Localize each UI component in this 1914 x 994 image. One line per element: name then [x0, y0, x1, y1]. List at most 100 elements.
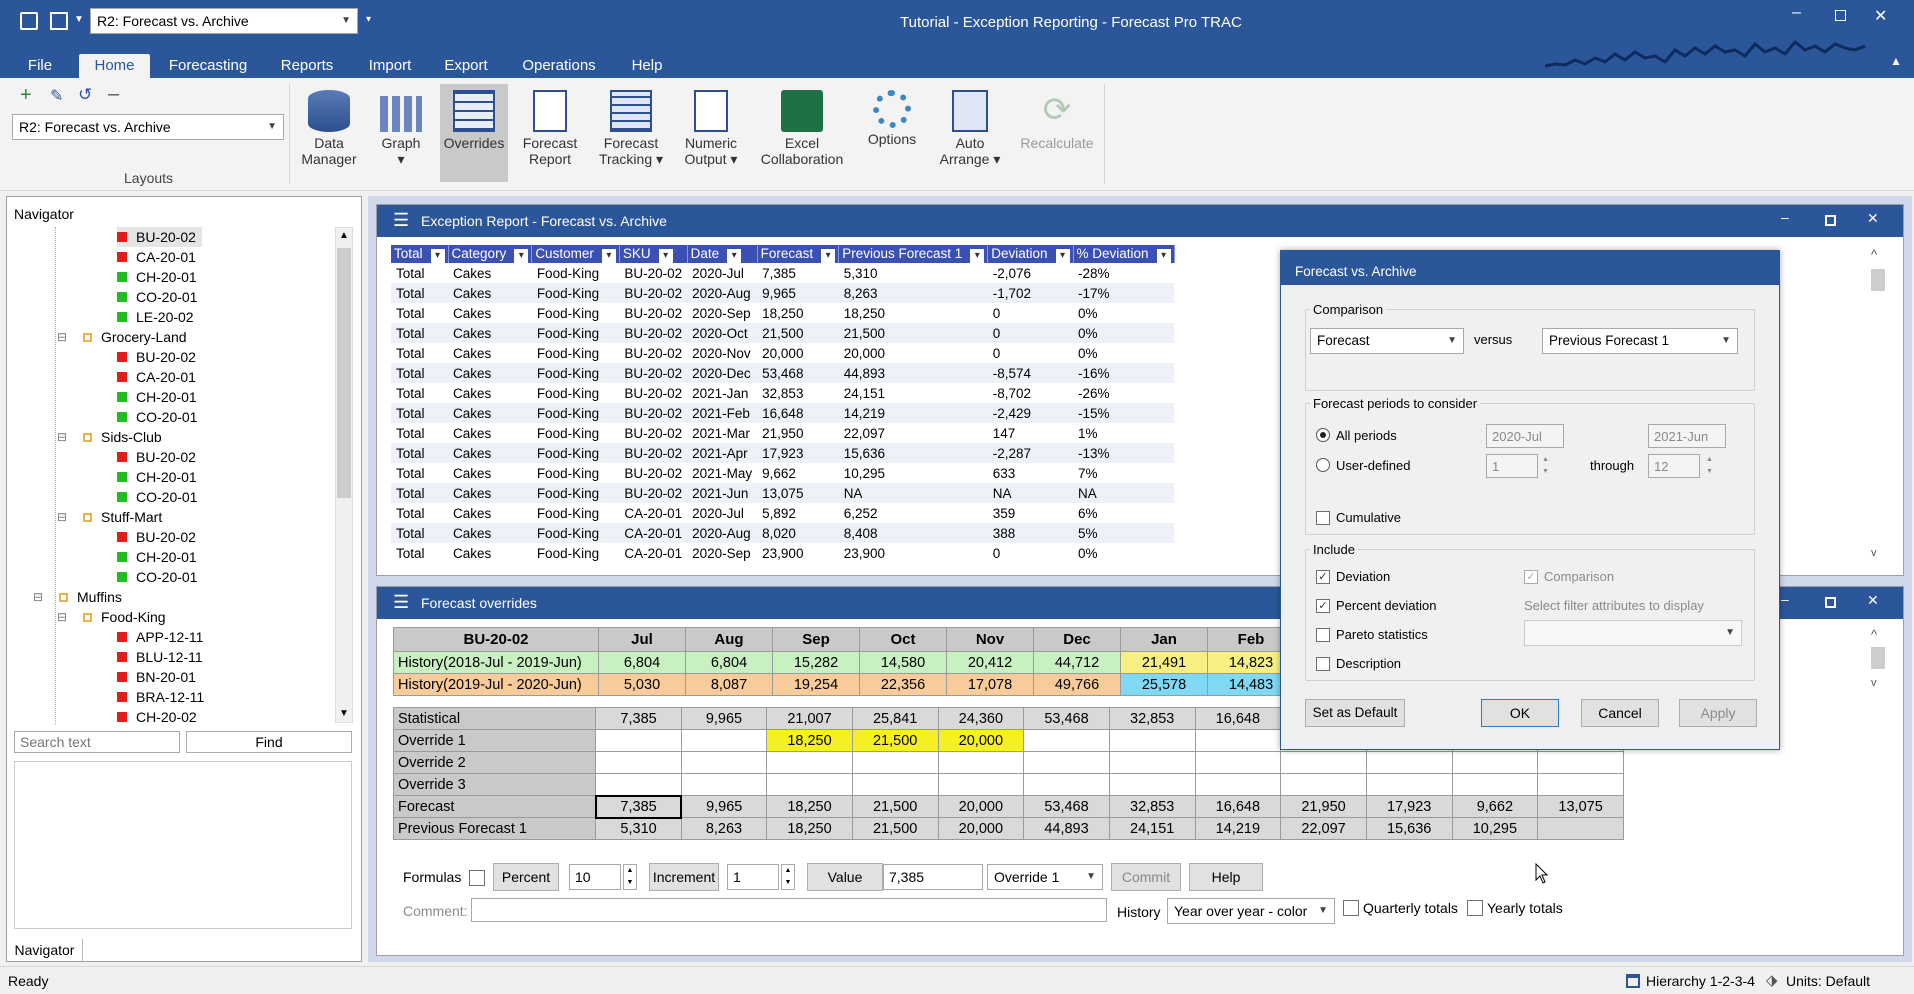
override-cell[interactable] [1537, 773, 1624, 796]
comment-input[interactable] [471, 898, 1107, 922]
table-row[interactable]: Total Cakes Food-King CA-20-01 2020-Jul 5,892… [391, 503, 1174, 523]
apply-button[interactable]: Apply [1679, 699, 1757, 727]
maximize-icon[interactable] [1835, 10, 1846, 21]
from-period-stepper[interactable]: ▲ ▼ [1542, 454, 1549, 478]
tab-import[interactable]: Import [360, 54, 420, 78]
layout-select[interactable]: R2: Forecast vs. Archive ▼ [12, 114, 284, 140]
table-row[interactable]: Total Cakes Food-King BU-20-02 2020-Jul 7,385… [391, 263, 1174, 283]
override-cell[interactable]: 18,250 [766, 729, 853, 752]
tab-file[interactable]: File [20, 54, 60, 78]
column-header[interactable]: Customer ▾ [531, 245, 620, 263]
scroll-thumb[interactable] [1871, 647, 1885, 669]
navigator-tree-item[interactable]: ⊟ Food-King [57, 607, 166, 627]
scroll-up-icon[interactable]: ^ [1871, 627, 1877, 642]
hamburger-menu-icon[interactable]: ☰ [393, 210, 409, 231]
close-icon[interactable]: ✕ [1867, 210, 1879, 227]
navigator-tree-item[interactable]: BU-20-02 [117, 227, 202, 247]
column-header[interactable]: Previous Forecast 1 ▾ [838, 245, 989, 263]
navigator-tree-item[interactable]: CO-20-01 [117, 287, 197, 307]
override-cell[interactable] [937, 773, 1025, 796]
override-cell[interactable] [1624, 752, 1633, 774]
comparison-right-select[interactable]: Previous Forecast 1 ▼ [1542, 328, 1738, 354]
navigator-scrollbar[interactable]: ▲ ▼ [335, 227, 353, 723]
ok-button[interactable]: OK [1481, 699, 1559, 727]
filter-attributes-select[interactable]: ▼ [1524, 620, 1742, 646]
table-row[interactable]: Total Cakes Food-King CA-20-01 2020-Sep 23,90… [391, 543, 1174, 563]
override-cell[interactable] [680, 773, 768, 796]
override-select[interactable]: Override 1 ▼ [987, 864, 1103, 890]
expand-toggle-icon[interactable]: ⊟ [57, 607, 67, 627]
navigator-tree-item[interactable]: BRA-12-11 [117, 687, 204, 707]
navigator-tree-item[interactable]: CA-20-01 [117, 367, 196, 387]
navigator-tree-item[interactable]: CA-20-01 [117, 247, 196, 267]
scroll-thumb[interactable] [337, 248, 351, 498]
comparison-checkbox[interactable]: ✓ [1524, 570, 1538, 584]
table-row[interactable]: Total Cakes Food-King BU-20-02 2021-Apr 17,92… [391, 443, 1175, 463]
table-row[interactable]: Total Cakes Food-King BU-20-02 2020-Sep 18,25… [391, 303, 1174, 323]
from-period-input[interactable]: 1 [1486, 454, 1538, 478]
minimize-icon[interactable]: – [1792, 4, 1801, 22]
maximize-icon[interactable] [1825, 215, 1836, 226]
layout-quick-select[interactable]: R2: Forecast vs. Archive ▼ [90, 8, 358, 34]
navigator-tree-item[interactable]: ⊟ Grocery-Land [57, 327, 187, 347]
cumulative-checkbox[interactable] [1316, 511, 1330, 525]
override-cell[interactable] [595, 751, 682, 774]
to-period-stepper[interactable]: ▲ ▼ [1706, 454, 1713, 478]
navigator-tree-item[interactable]: LE-20-02 [117, 307, 194, 327]
override-cell[interactable] [851, 773, 939, 796]
numeric-output-button[interactable]: Numeric Output ▾ [676, 84, 746, 182]
graph-button[interactable]: Graph ▾ [368, 84, 434, 182]
override-cell[interactable] [766, 773, 853, 796]
filter-dropdown-icon[interactable]: ▾ [514, 248, 529, 263]
column-header[interactable]: SKU ▾ [619, 245, 688, 263]
filter-dropdown-icon[interactable]: ▾ [1156, 248, 1171, 263]
table-row[interactable]: Total Cakes Food-King BU-20-02 2021-Mar 21,95… [391, 423, 1174, 443]
to-date-input[interactable]: 2021-Jun [1648, 424, 1726, 448]
override-cell[interactable] [1537, 751, 1624, 774]
percent-input[interactable]: 10 [569, 864, 621, 890]
filter-dropdown-icon[interactable]: ▾ [658, 248, 673, 263]
close-icon[interactable]: ✕ [1874, 6, 1887, 26]
percent-deviation-checkbox[interactable]: ✓ [1316, 599, 1330, 613]
navigator-tab[interactable]: Navigator [7, 939, 83, 961]
table-row[interactable]: Total Cakes Food-King BU-20-02 2021-Jan 32,85… [391, 383, 1174, 403]
tab-export[interactable]: Export [436, 54, 496, 78]
comparison-left-select[interactable]: Forecast ▼ [1310, 328, 1464, 354]
scroll-up-icon[interactable]: ▲ [339, 230, 349, 241]
help-button[interactable]: Help [1189, 863, 1263, 891]
override-cell[interactable] [595, 773, 682, 796]
status-units[interactable]: Units: Default [1786, 973, 1870, 989]
filter-dropdown-icon[interactable]: ▾ [430, 248, 445, 263]
recalculate-button[interactable]: ⟳ Recalculate [1012, 84, 1102, 182]
status-hierarchy[interactable]: Hierarchy 1-2-3-4 [1646, 973, 1755, 989]
overrides-scrollbar[interactable]: ^ v [1867, 627, 1895, 697]
override-cell[interactable] [1194, 751, 1282, 774]
filter-dropdown-icon[interactable]: ▾ [970, 248, 985, 263]
quick-access-dropdown-icon[interactable]: ▼ [74, 14, 84, 25]
override-cell[interactable] [1624, 774, 1633, 796]
navigator-tree-item[interactable]: BU-20-02 [117, 447, 196, 467]
table-row[interactable]: Total Cakes Food-King BU-20-02 2020-Dec 53,46… [391, 363, 1175, 383]
commit-button[interactable]: Commit [1111, 863, 1181, 891]
scroll-down-icon[interactable]: ▼ [339, 708, 349, 719]
undo-icon[interactable]: ↺ [78, 85, 92, 105]
increment-stepper[interactable]: ▲ ▼ [781, 864, 795, 890]
increment-button[interactable]: Increment [649, 863, 719, 891]
navigator-tree-item[interactable]: BU-20-02 [117, 347, 196, 367]
expand-toggle-icon[interactable]: ⊟ [57, 327, 67, 347]
scroll-down-icon[interactable]: v [1871, 547, 1877, 559]
navigator-tree-item[interactable]: BU-20-02 [117, 527, 196, 547]
quarterly-totals-checkbox[interactable] [1343, 900, 1359, 916]
add-icon[interactable]: + [20, 84, 32, 107]
auto-arrange-button[interactable]: Auto Arrange ▾ [934, 84, 1006, 182]
navigator-tree-item[interactable]: CO-20-01 [117, 487, 197, 507]
override-cell[interactable] [1194, 773, 1282, 796]
override-cell[interactable] [1023, 773, 1110, 796]
override-cell[interactable] [1023, 751, 1110, 774]
filter-dropdown-icon[interactable]: ▾ [727, 248, 742, 263]
from-date-input[interactable]: 2020-Jul [1486, 424, 1564, 448]
override-cell[interactable]: 20,000 [937, 729, 1025, 752]
tab-home[interactable]: Home [79, 54, 150, 78]
hamburger-menu-icon[interactable]: ☰ [393, 592, 409, 613]
column-header[interactable]: Category ▾ [448, 245, 533, 263]
